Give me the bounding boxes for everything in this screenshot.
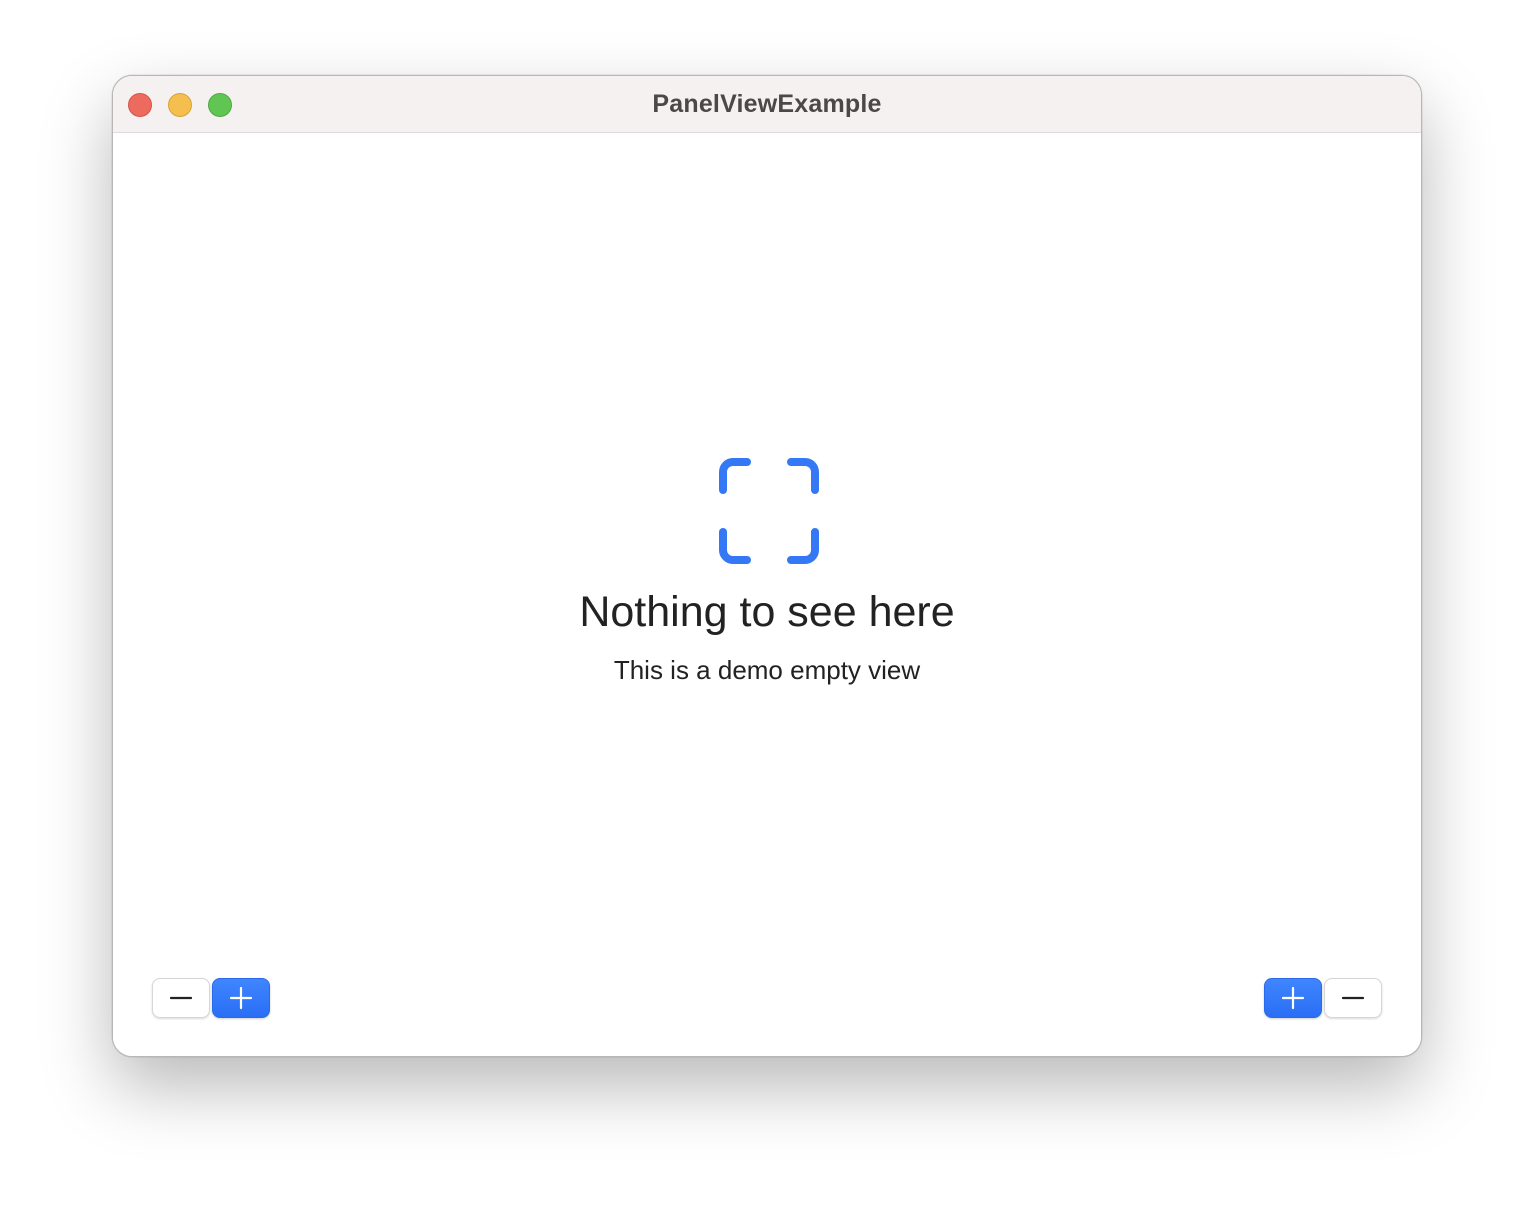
minus-icon bbox=[1342, 996, 1364, 1000]
empty-state-subtitle: This is a demo empty view bbox=[613, 655, 921, 685]
empty-state-title: Nothing to see here bbox=[579, 588, 955, 636]
right-remove-button[interactable] bbox=[1324, 978, 1382, 1018]
plus-icon bbox=[229, 986, 253, 1010]
right-add-button[interactable] bbox=[1264, 978, 1322, 1018]
app-window: PanelViewExample Nothing to see here Thi… bbox=[112, 75, 1422, 1057]
left-remove-button[interactable] bbox=[152, 978, 210, 1018]
viewfinder-icon bbox=[719, 458, 819, 564]
window-title: PanelViewExample bbox=[652, 90, 882, 118]
left-add-button[interactable] bbox=[212, 978, 270, 1018]
empty-view: Nothing to see here This is a demo empty… bbox=[113, 133, 1421, 1056]
plus-icon bbox=[1281, 986, 1305, 1010]
minus-icon bbox=[170, 996, 192, 1000]
title-bar[interactable]: PanelViewExample bbox=[113, 76, 1421, 133]
